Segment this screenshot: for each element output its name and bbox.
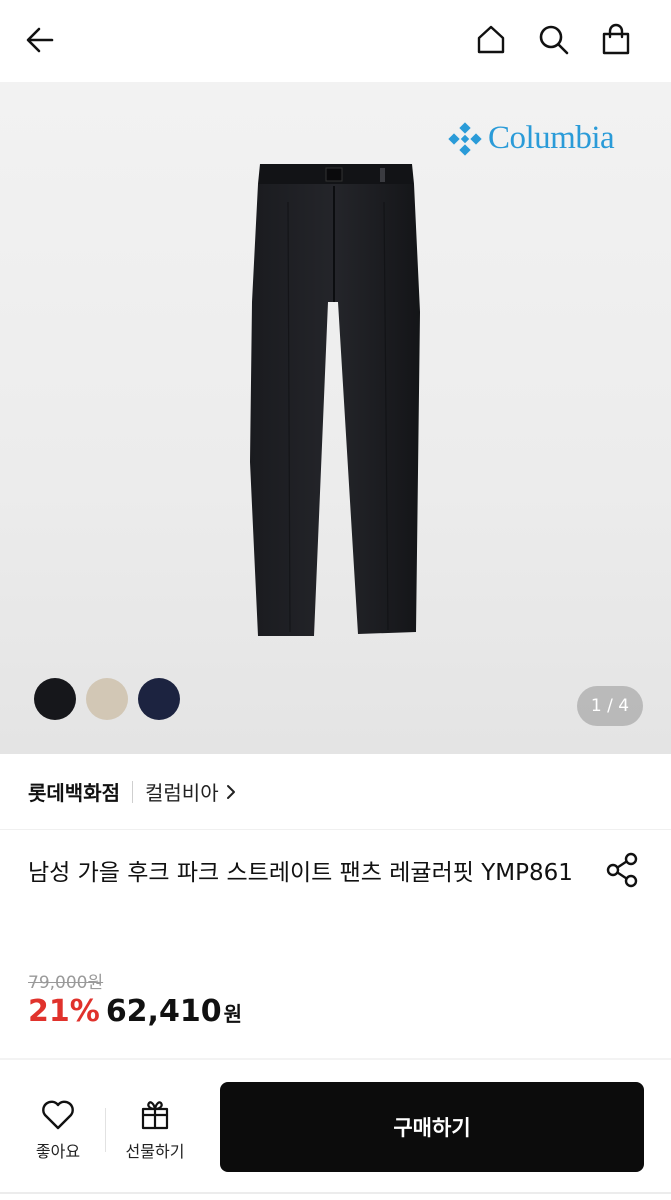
share-button[interactable] bbox=[603, 850, 643, 890]
color-swatches bbox=[34, 678, 180, 720]
like-label: 좋아요 bbox=[35, 1142, 81, 1161]
currency-unit: 원 bbox=[223, 1002, 242, 1026]
divider bbox=[132, 780, 133, 803]
shopping-bag-icon bbox=[602, 23, 630, 55]
color-swatch-beige[interactable] bbox=[86, 678, 128, 720]
gift-label: 선물하기 bbox=[125, 1142, 185, 1161]
back-button[interactable] bbox=[16, 16, 64, 64]
product-info: 남성 가을 후크 파크 스트레이트 팬츠 레귤러핏 YMP861 79,000원… bbox=[0, 830, 671, 1058]
gift-icon bbox=[141, 1101, 169, 1130]
color-swatch-black[interactable] bbox=[34, 678, 76, 720]
arrow-left-icon bbox=[26, 27, 54, 53]
price-row: 21% 62,410 원 bbox=[28, 994, 242, 1029]
store-name[interactable]: 롯데백화점 bbox=[28, 777, 120, 806]
search-button[interactable] bbox=[530, 16, 578, 64]
buy-button[interactable]: 구매하기 bbox=[220, 1082, 644, 1172]
top-nav-bar bbox=[0, 0, 671, 82]
search-icon bbox=[539, 25, 569, 55]
sale-price: 62,410 bbox=[105, 994, 222, 1029]
share-icon bbox=[606, 852, 638, 888]
store-brand-row: 롯데백화점 컬럼비아 bbox=[0, 754, 671, 830]
product-image-carousel[interactable]: Columbia 1 / 4 bbox=[0, 82, 671, 754]
chevron-right-icon bbox=[226, 784, 235, 799]
like-button[interactable]: 좋아요 bbox=[18, 1096, 98, 1162]
brand-logo: Columbia bbox=[448, 120, 615, 157]
cart-button[interactable] bbox=[592, 16, 640, 64]
discount-rate: 21% bbox=[28, 994, 100, 1029]
bottom-edge bbox=[0, 1192, 671, 1194]
divider bbox=[105, 1108, 106, 1152]
heart-icon bbox=[42, 1100, 74, 1130]
product-title: 남성 가을 후크 파크 스트레이트 팬츠 레귤러핏 YMP861 bbox=[28, 860, 573, 886]
image-counter: 1 / 4 bbox=[577, 686, 643, 726]
product-image bbox=[250, 164, 420, 636]
brand-logo-text: Columbia bbox=[488, 120, 615, 156]
columbia-diamond-icon bbox=[448, 121, 482, 156]
bottom-action-bar: 좋아요 선물하기 구매하기 bbox=[0, 1060, 671, 1200]
color-swatch-navy[interactable] bbox=[138, 678, 180, 720]
gift-button[interactable]: 선물하기 bbox=[115, 1096, 195, 1162]
original-price: 79,000원 bbox=[28, 973, 104, 993]
brand-name: 컬럼비아 bbox=[145, 781, 219, 805]
home-button[interactable] bbox=[467, 16, 515, 64]
home-icon bbox=[477, 25, 505, 54]
brand-link[interactable]: 컬럼비아 bbox=[145, 777, 237, 806]
